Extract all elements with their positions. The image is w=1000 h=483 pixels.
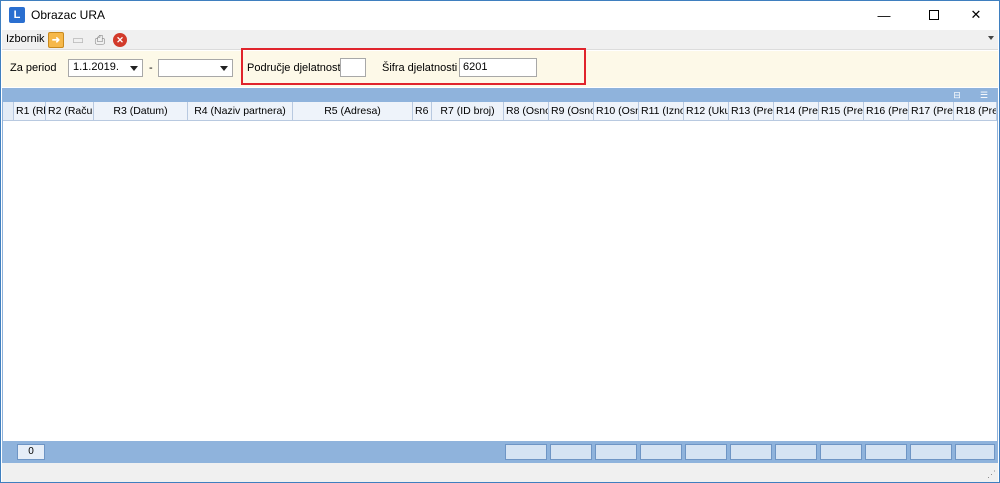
summary-cell [640, 444, 682, 460]
app-logo-icon: L [9, 7, 25, 23]
summary-cell [820, 444, 862, 460]
window-title: Obrazac URA [31, 8, 106, 22]
column-header[interactable]: R4 (Naziv partnera) [188, 102, 293, 120]
summary-cell [505, 444, 547, 460]
data-grid[interactable]: R1 (Rb R2 (Račun R3 (Datum) R4 (Naziv pa… [2, 102, 998, 441]
period-to-select[interactable] [158, 59, 233, 77]
go-arrow-icon[interactable]: ➜ [48, 32, 64, 48]
column-header[interactable]: R7 (ID broj) [432, 102, 504, 120]
grid-footer: 0 [2, 441, 998, 463]
column-header[interactable]: R1 (Rb [14, 102, 46, 120]
summary-cell [685, 444, 727, 460]
column-header[interactable]: R15 (Pret [819, 102, 864, 120]
app-window: L Obrazac URA — ✕ Izbornik ➜ ▭ ⎙ ✕ Za pe… [0, 0, 1000, 483]
chevron-down-icon [220, 66, 228, 71]
summary-cell [595, 444, 637, 460]
menu-bar: Izbornik ➜ ▭ ⎙ ✕ [2, 30, 998, 50]
maximize-icon [929, 10, 939, 20]
maximize-button[interactable] [911, 1, 957, 29]
column-header[interactable]: R2 (Račun [46, 102, 94, 120]
title-bar: L Obrazac URA — ✕ [1, 1, 999, 29]
column-header[interactable]: R3 (Datum) [94, 102, 188, 120]
list-icon[interactable]: ☰ [979, 90, 989, 100]
summary-cell [730, 444, 772, 460]
chevron-down-icon[interactable] [988, 36, 994, 40]
chevron-down-icon [130, 66, 138, 71]
summary-cell [775, 444, 817, 460]
print-icon[interactable]: ⎙ [92, 32, 108, 48]
minimize-button[interactable]: — [861, 1, 907, 29]
summary-cell [955, 444, 995, 460]
layout-icon[interactable]: ⊟ [952, 90, 962, 100]
grid-toolstrip: ⊟ ☰ [2, 88, 998, 102]
column-header[interactable]: R16 (Pret [864, 102, 909, 120]
resize-grip-icon[interactable]: ⋰ [987, 469, 996, 480]
grid-header: R1 (Rb R2 (Račun R3 (Datum) R4 (Naziv pa… [3, 102, 997, 121]
summary-cell [550, 444, 592, 460]
column-header[interactable]: R13 (Pre [729, 102, 774, 120]
column-header[interactable]: R8 (Osnov [504, 102, 549, 120]
cancel-icon[interactable]: ✕ [113, 33, 127, 47]
summary-cell [910, 444, 952, 460]
message-icon[interactable]: ▭ [70, 32, 86, 48]
summary-cell [865, 444, 907, 460]
status-bar: ⋰ [2, 463, 998, 482]
period-label: Za period [10, 62, 57, 74]
column-header[interactable]: R12 (Ukup [684, 102, 729, 120]
column-header[interactable]: R10 (Osn [594, 102, 639, 120]
column-header[interactable]: R9 (Osnov [549, 102, 594, 120]
menu-izbornik[interactable]: Izbornik [6, 33, 45, 45]
period-from-select[interactable]: 1.1.2019. [68, 59, 143, 77]
column-header[interactable]: R11 (Izno [639, 102, 684, 120]
column-header[interactable]: R18 (Pret [954, 102, 997, 120]
period-from-value: 1.1.2019. [73, 61, 119, 73]
column-header[interactable]: R14 (Pret [774, 102, 819, 120]
period-separator: - [149, 62, 153, 74]
row-count: 0 [17, 444, 45, 460]
column-header[interactable]: R6 [413, 102, 432, 120]
highlight-box [241, 48, 586, 85]
row-selector-header[interactable] [3, 102, 14, 120]
column-header[interactable]: R5 (Adresa) [293, 102, 413, 120]
close-button[interactable]: ✕ [953, 1, 999, 29]
column-header[interactable]: R17 (Pre [909, 102, 954, 120]
